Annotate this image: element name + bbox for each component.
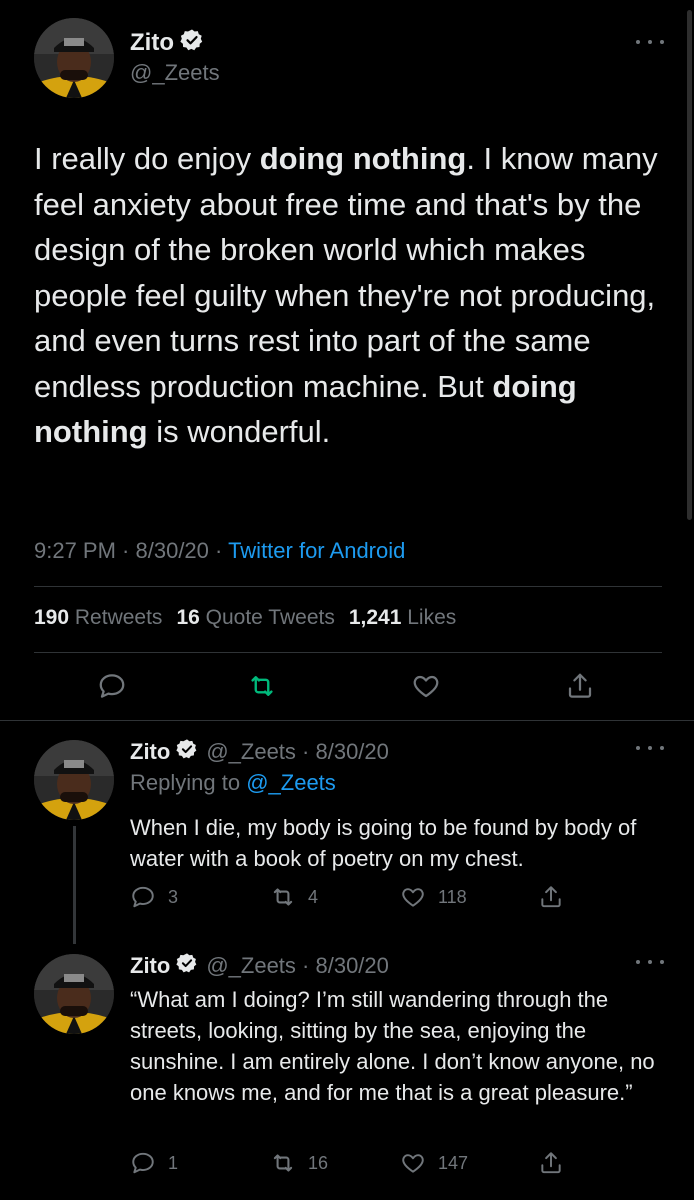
reply-header: Zito @_Zeets · 8/30/20: [130, 952, 389, 980]
retweet-button[interactable]: 16: [270, 1150, 328, 1176]
tweet-text-segment: I really do enjoy: [34, 141, 260, 176]
reply-icon: [132, 886, 154, 908]
retweets-label: Retweets: [74, 606, 163, 629]
author-handle[interactable]: @_Zeets: [206, 739, 296, 764]
reply-text: When I die, my body is going to be found…: [130, 815, 637, 871]
quotes-stat[interactable]: 16 Quote Tweets: [176, 606, 334, 630]
reply-button[interactable]: 1: [130, 1150, 178, 1176]
avatar[interactable]: [34, 740, 114, 820]
likes-stat[interactable]: 1,241 Likes: [349, 606, 456, 630]
retweet-icon: [273, 888, 293, 906]
thread-line: [73, 826, 76, 944]
reply-icon: [99, 674, 125, 698]
retweets-stat[interactable]: 190 Retweets: [34, 606, 162, 630]
retweet-icon: [251, 676, 273, 696]
like-button[interactable]: 118: [400, 884, 467, 910]
heart-icon: [402, 1154, 424, 1173]
share-icon: [541, 1152, 561, 1174]
avatar-image: [34, 18, 114, 98]
retweets-count: 190: [34, 606, 70, 629]
avatar-image: [34, 954, 114, 1034]
verified-badge-icon: [176, 738, 198, 766]
retweet-count: 16: [308, 1152, 329, 1173]
reply-date[interactable]: 8/30/20: [315, 953, 388, 978]
share-button[interactable]: [560, 666, 600, 706]
replying-to: Replying to @_Zeets: [130, 770, 336, 796]
share-button[interactable]: [538, 884, 564, 910]
retweet-button[interactable]: [242, 666, 282, 706]
author-name[interactable]: Zito: [130, 953, 170, 979]
tweet-meta: 9:27 PM · 8/30/20 · Twitter for Android: [34, 538, 406, 563]
reply-button[interactable]: 3: [130, 884, 178, 910]
like-count: 118: [438, 886, 467, 907]
retweet-button[interactable]: 4: [270, 884, 318, 910]
retweet-icon: [273, 1154, 293, 1172]
verified-badge-icon: [180, 28, 204, 57]
like-button[interactable]: 147: [400, 1150, 468, 1176]
divider: [34, 652, 662, 653]
section-divider: [0, 720, 694, 721]
quotes-count: 16: [176, 606, 200, 629]
more-dots-icon[interactable]: [636, 40, 664, 50]
tweet-date[interactable]: 8/30/20: [136, 538, 209, 563]
like-count: 147: [438, 1152, 469, 1173]
like-button[interactable]: [406, 666, 446, 706]
retweet-count: 4: [308, 886, 319, 907]
heart-icon: [413, 675, 439, 698]
tweet-stats: 190 Retweets 16 Quote Tweets 1,241 Likes: [34, 606, 456, 630]
avatar[interactable]: [34, 18, 114, 98]
share-button[interactable]: [538, 1150, 564, 1176]
replying-prefix: Replying to: [130, 770, 241, 795]
reply-header: Zito @_Zeets · 8/30/20: [130, 738, 389, 766]
tweet-text-segment: is wonderful.: [147, 414, 331, 449]
avatar[interactable]: [34, 954, 114, 1034]
scrollbar[interactable]: [687, 10, 692, 520]
author-handle[interactable]: @_Zeets: [130, 60, 220, 86]
avatar-image: [34, 740, 114, 820]
reply-count: 3: [168, 886, 179, 907]
replying-to-handle[interactable]: @_Zeets: [246, 770, 336, 795]
tweet-time[interactable]: 9:27 PM: [34, 538, 116, 563]
author-name[interactable]: Zito: [130, 29, 174, 57]
tweet-text-bold: doing nothing: [259, 141, 467, 176]
reply-button[interactable]: [92, 666, 132, 706]
likes-count: 1,241: [348, 606, 402, 629]
tweet-actions: [0, 666, 694, 710]
divider: [34, 586, 662, 587]
author-handle[interactable]: @_Zeets: [206, 953, 296, 978]
reply-actions: 1 16 147: [130, 1150, 590, 1180]
tweet-source[interactable]: Twitter for Android: [228, 538, 405, 563]
share-icon: [568, 673, 592, 698]
more-dots-icon[interactable]: [636, 960, 664, 970]
author-name[interactable]: Zito: [130, 739, 170, 765]
reply-date[interactable]: 8/30/20: [315, 739, 388, 764]
reply-text: “What am I doing? I’m still wandering th…: [130, 987, 655, 1105]
heart-icon: [402, 888, 424, 907]
quotes-label: Quote Tweets: [205, 606, 335, 629]
reply-icon: [132, 1152, 154, 1174]
likes-label: Likes: [407, 606, 457, 629]
reply-count: 1: [168, 1152, 179, 1173]
tweet-text-segment: . I know many feel anxiety about free ti…: [34, 141, 658, 404]
tweet-text: I really do enjoy doing nothing. I know …: [34, 136, 664, 455]
share-icon: [541, 886, 561, 908]
author-row: Zito: [130, 28, 204, 57]
verified-badge-icon: [176, 952, 198, 980]
reply-actions: 3 4 118: [130, 884, 590, 914]
more-dots-icon[interactable]: [636, 746, 664, 756]
